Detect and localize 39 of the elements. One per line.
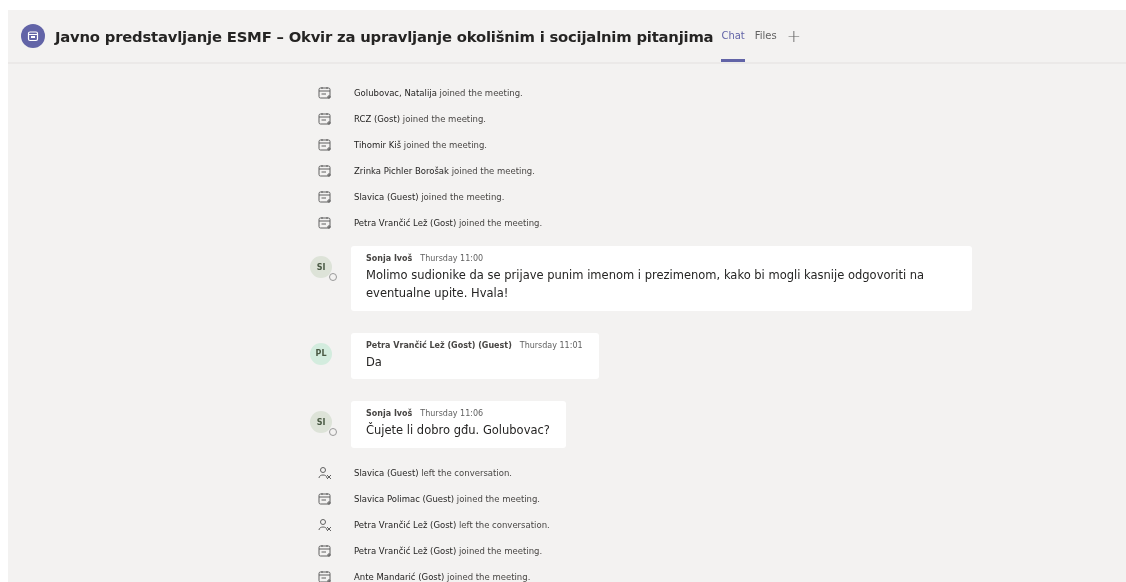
calendar-add-icon bbox=[318, 164, 332, 178]
calendar-add-icon bbox=[318, 543, 332, 558]
avatar: PL bbox=[310, 342, 332, 365]
event-text: Golubovac, Natalija joined the meeting. bbox=[354, 88, 523, 98]
event-text: Slavica (Guest) joined the meeting. bbox=[354, 192, 505, 202]
calendar-add-icon bbox=[318, 86, 332, 100]
event-text: Ante Mandarić (Gost) joined the meeting. bbox=[354, 571, 531, 582]
calendar-add-icon bbox=[318, 190, 332, 204]
timestamp: Thursday 11:00 bbox=[420, 254, 484, 263]
calendar-add-icon bbox=[318, 216, 332, 230]
person-remove-icon bbox=[318, 465, 332, 480]
author-name: Sonja Ivoš bbox=[366, 254, 413, 263]
event-text: Petra Vrančić Lež (Gost) left the conversation. bbox=[354, 519, 550, 530]
tab[interactable]: Chat bbox=[721, 10, 745, 62]
timestamp: Thursday 11:06 bbox=[420, 409, 484, 419]
calendar-add-icon bbox=[318, 138, 332, 152]
message-text: Čujete li dobro gđu. Golubovac? bbox=[366, 421, 550, 440]
add-tab-button[interactable]: + bbox=[786, 26, 801, 46]
event-text: Zrinka Pichler Borošak joined the meeting. bbox=[354, 166, 535, 176]
event-text: Slavica (Guest) left the conversation. bbox=[354, 467, 512, 478]
author-name: Sonja Ivoš bbox=[366, 409, 413, 419]
calendar-add-icon bbox=[318, 491, 332, 506]
person-remove-icon bbox=[318, 517, 332, 532]
event-text: Petra Vrančić Lež (Gost) joined the meeting. bbox=[354, 545, 543, 556]
meeting-title: Javno predstavljanje ESMF – Okvir za upravljanje okolišnim i socijalnim pitanjima bbox=[55, 27, 714, 45]
author-name: Petra Vrančić Lež (Gost) (Guest) bbox=[366, 340, 512, 350]
avatar: SI bbox=[310, 411, 332, 434]
event-text: Petra Vrančić Lež (Gost) joined the meeting. bbox=[354, 218, 543, 228]
tab[interactable]: Files bbox=[754, 10, 777, 62]
message-text: Da bbox=[366, 353, 383, 371]
event-text: RCZ (Gost) joined the meeting. bbox=[354, 114, 487, 124]
event-text: Slavica Polimac (Guest) joined the meeting. bbox=[354, 493, 541, 504]
meeting-icon bbox=[21, 24, 45, 48]
calendar-add-icon bbox=[318, 112, 332, 126]
calendar-add-icon bbox=[318, 569, 332, 582]
event-text: Tihomir Kiš joined the meeting. bbox=[354, 140, 487, 150]
message-text: Molimo sudionike da se prijave punim imenom i prezimenom, kako bi mogli kasnije odgovoriti na eventualne upite. Hvala! bbox=[366, 267, 926, 303]
avatar: SI bbox=[310, 256, 332, 278]
timestamp: Thursday 11:01 bbox=[519, 340, 583, 350]
